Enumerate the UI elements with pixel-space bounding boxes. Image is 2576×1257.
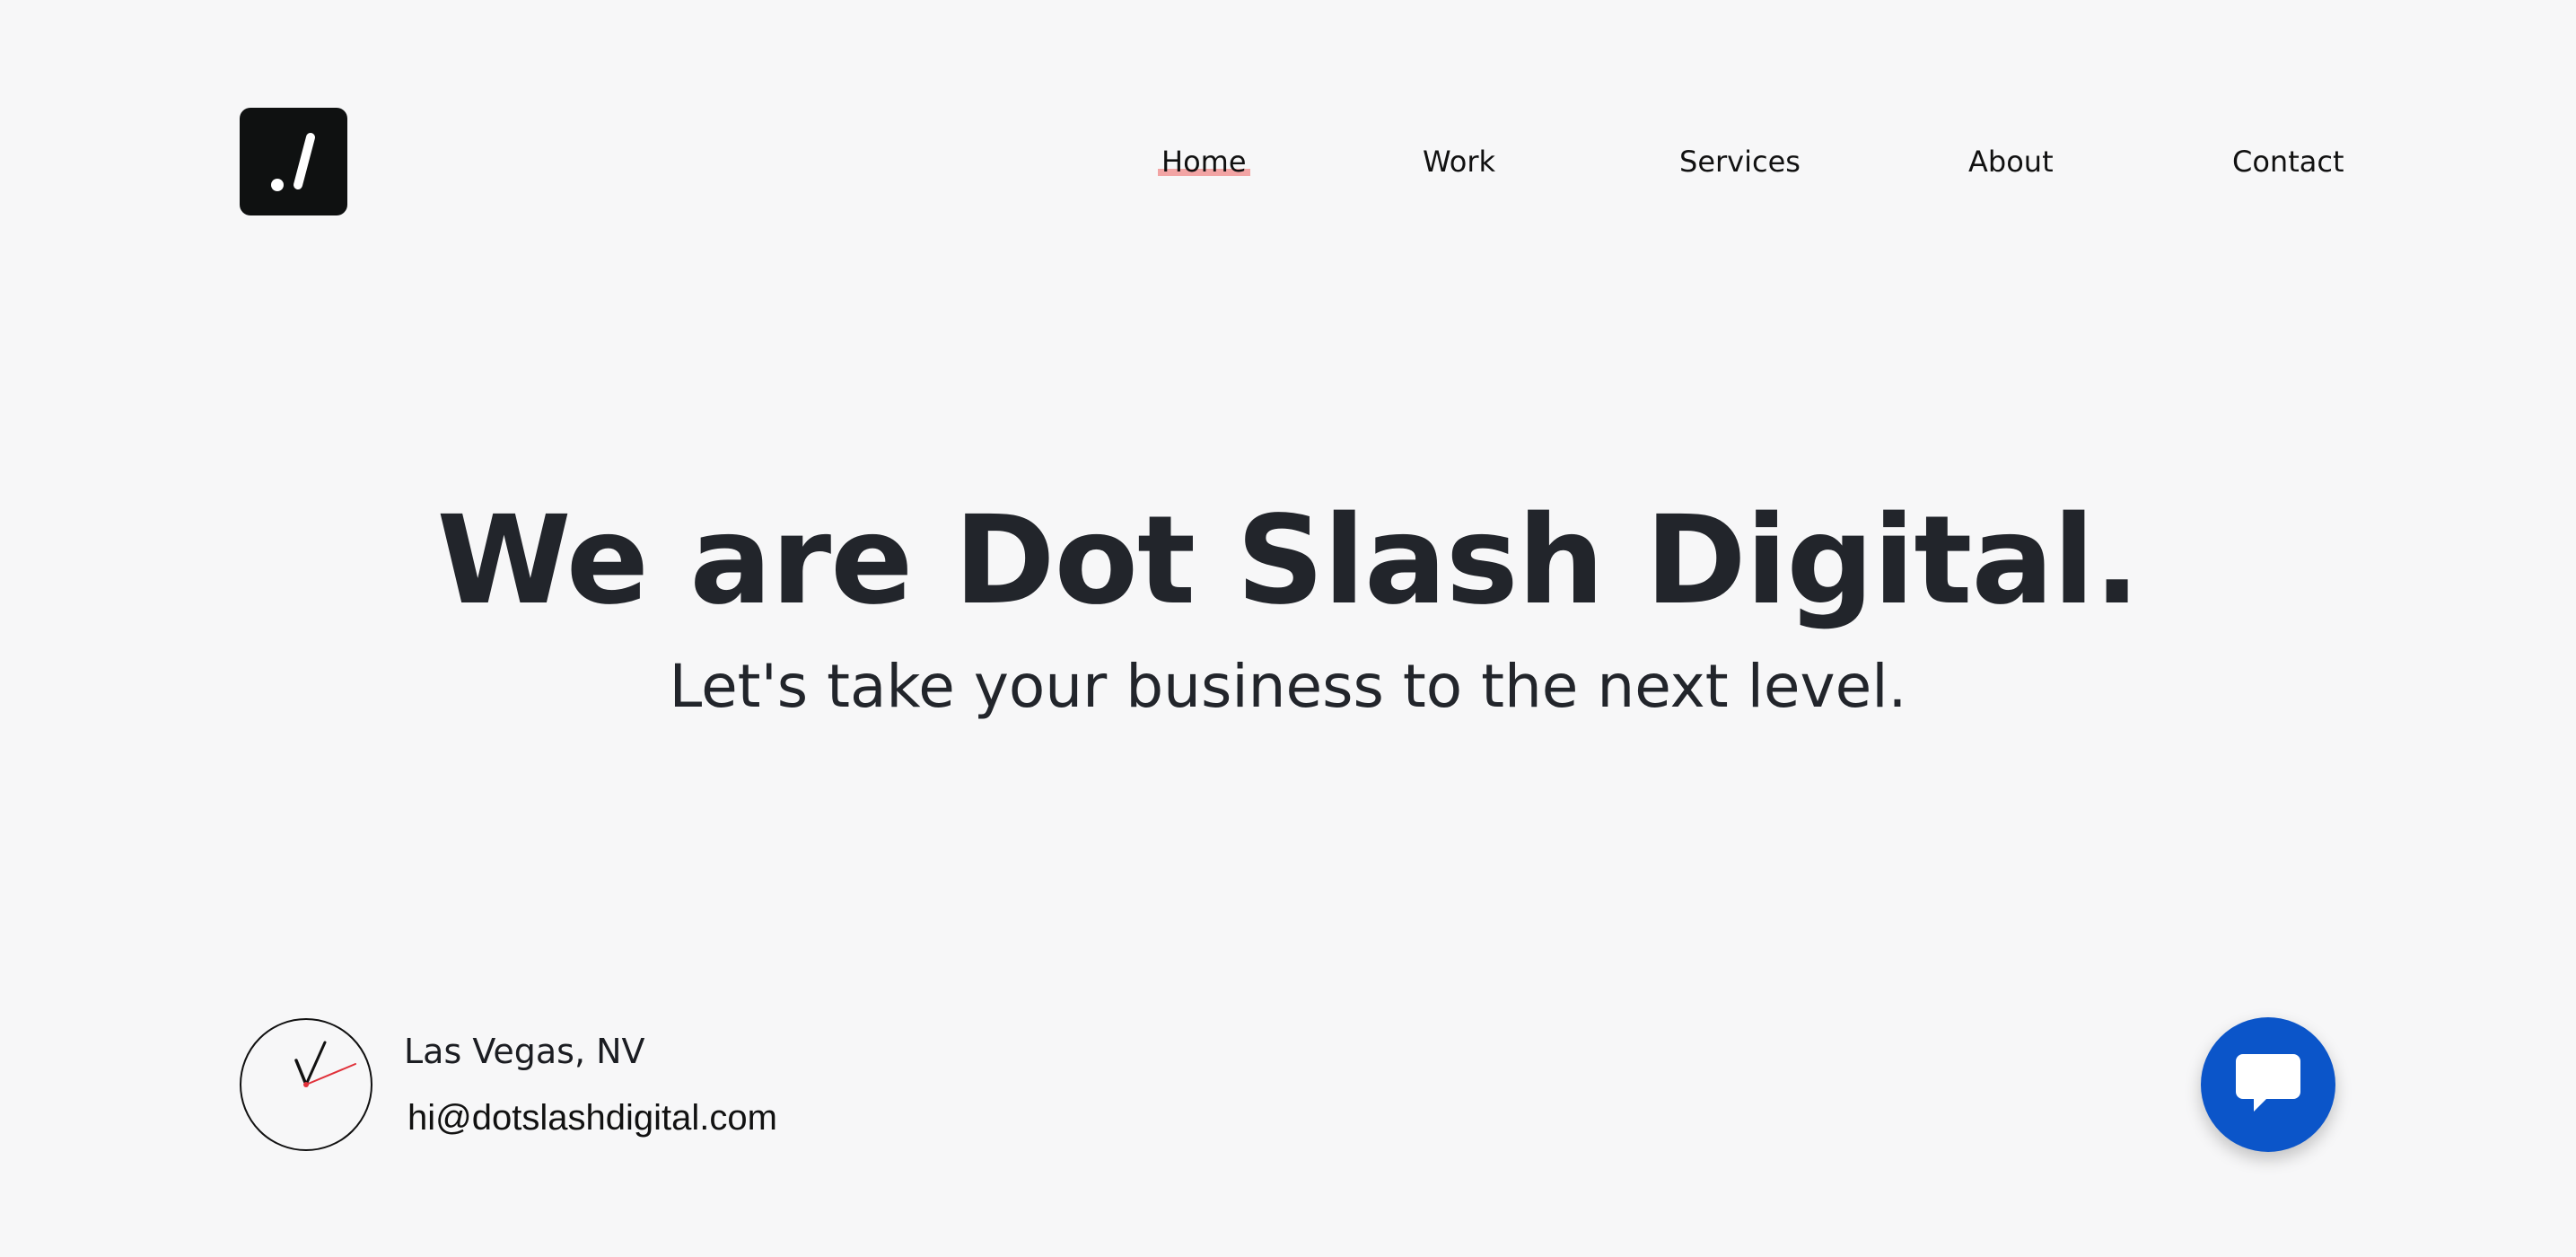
chat-button[interactable] (2201, 1017, 2335, 1152)
location-text: Las Vegas, NV (404, 1032, 645, 1071)
page: Home Work Services About Contact We are … (0, 0, 2576, 1257)
nav-item-contact[interactable]: Contact (2232, 144, 2344, 180)
dot-slash-logo-icon (271, 133, 315, 191)
logo-button[interactable] (240, 108, 347, 215)
analog-clock-icon (240, 1018, 372, 1151)
hero-subtitle: Let's take your business to the next lev… (669, 652, 1907, 721)
nav-item-home[interactable]: Home (1158, 144, 1250, 180)
email-link[interactable]: hi@dotslashdigital.com (407, 1095, 777, 1140)
nav-item-services[interactable]: Services (1679, 144, 1801, 180)
nav-item-label: Home (1161, 145, 1247, 179)
nav-item-work[interactable]: Work (1423, 144, 1495, 180)
main-nav: Home Work Services About Contact (1158, 144, 2344, 180)
hero-title: We are Dot Slash Digital. (436, 490, 2141, 632)
nav-item-about[interactable]: About (1968, 144, 2054, 180)
chat-bubble-icon (2236, 1054, 2300, 1112)
